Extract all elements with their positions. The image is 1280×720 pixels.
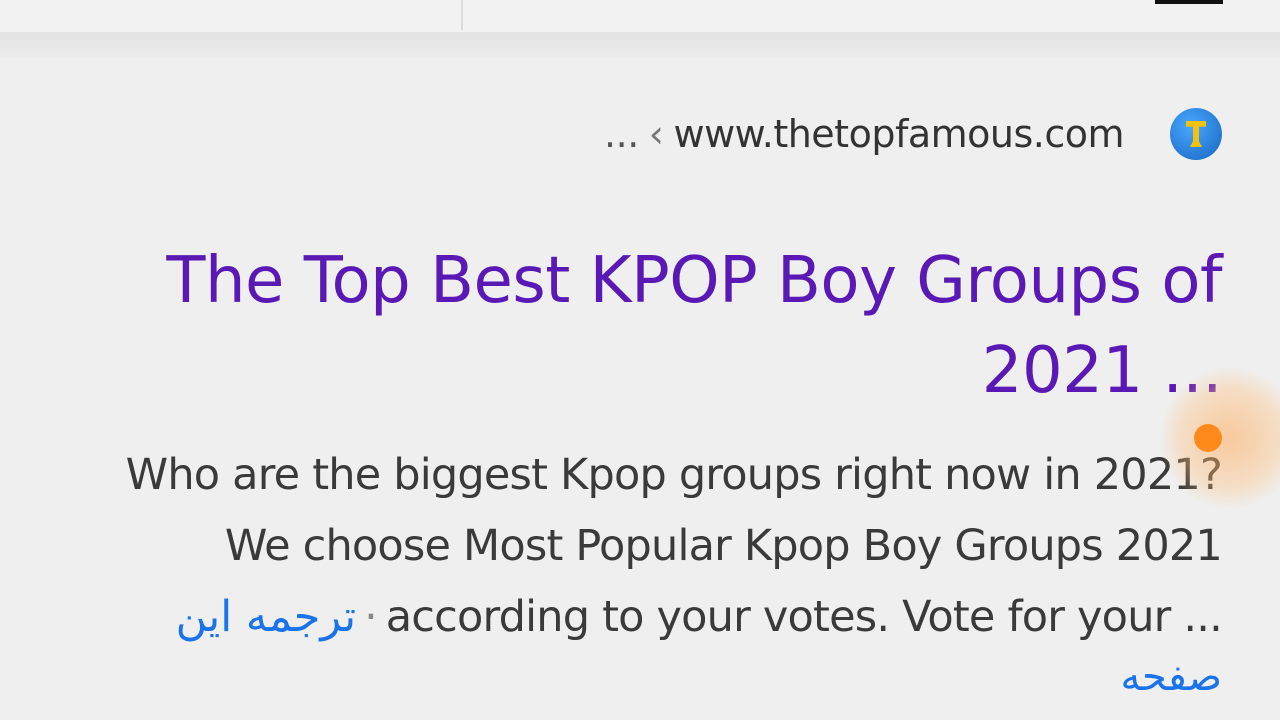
section-divider-band [0,32,1280,58]
snippet-line-3-row: ترجمه این · according to your votes. Vote … [42,582,1223,653]
result-snippet: Who are the biggest Kpop groups right no… [42,440,1223,653]
translate-page-link-continued[interactable]: صفحه [1121,654,1222,700]
browser-top-bar [0,0,1280,32]
handle-dot-icon [1194,424,1222,452]
breadcrumb-prefix: ... [604,112,639,156]
top-bar-corner-mark [1155,0,1223,4]
snippet-separator: · [364,592,378,642]
translate-page-link[interactable]: ترجمه این [176,592,357,642]
trophy-icon [1170,108,1222,160]
site-url[interactable]: www.thetopfamous.com [673,112,1124,156]
snippet-line-1: Who are the biggest Kpop groups right no… [125,450,1223,500]
result-title-line-1: The Top Best KPOP Boy Groups of [166,244,1222,318]
snippet-line-3: according to your votes. Vote for your .… [385,592,1223,642]
breadcrumb[interactable]: ... ‹ www.thetopfamous.com [604,112,1124,156]
breadcrumb-separator: ‹ [648,112,664,156]
top-bar-divider [461,0,463,30]
result-source-row[interactable]: ... ‹ www.thetopfamous.com [604,108,1222,160]
snippet-line-2: We choose Most Popular Kpop Boy Groups 2… [224,521,1223,571]
result-title-link[interactable]: The Top Best KPOP Boy Groups of 2021 ... [122,236,1222,416]
